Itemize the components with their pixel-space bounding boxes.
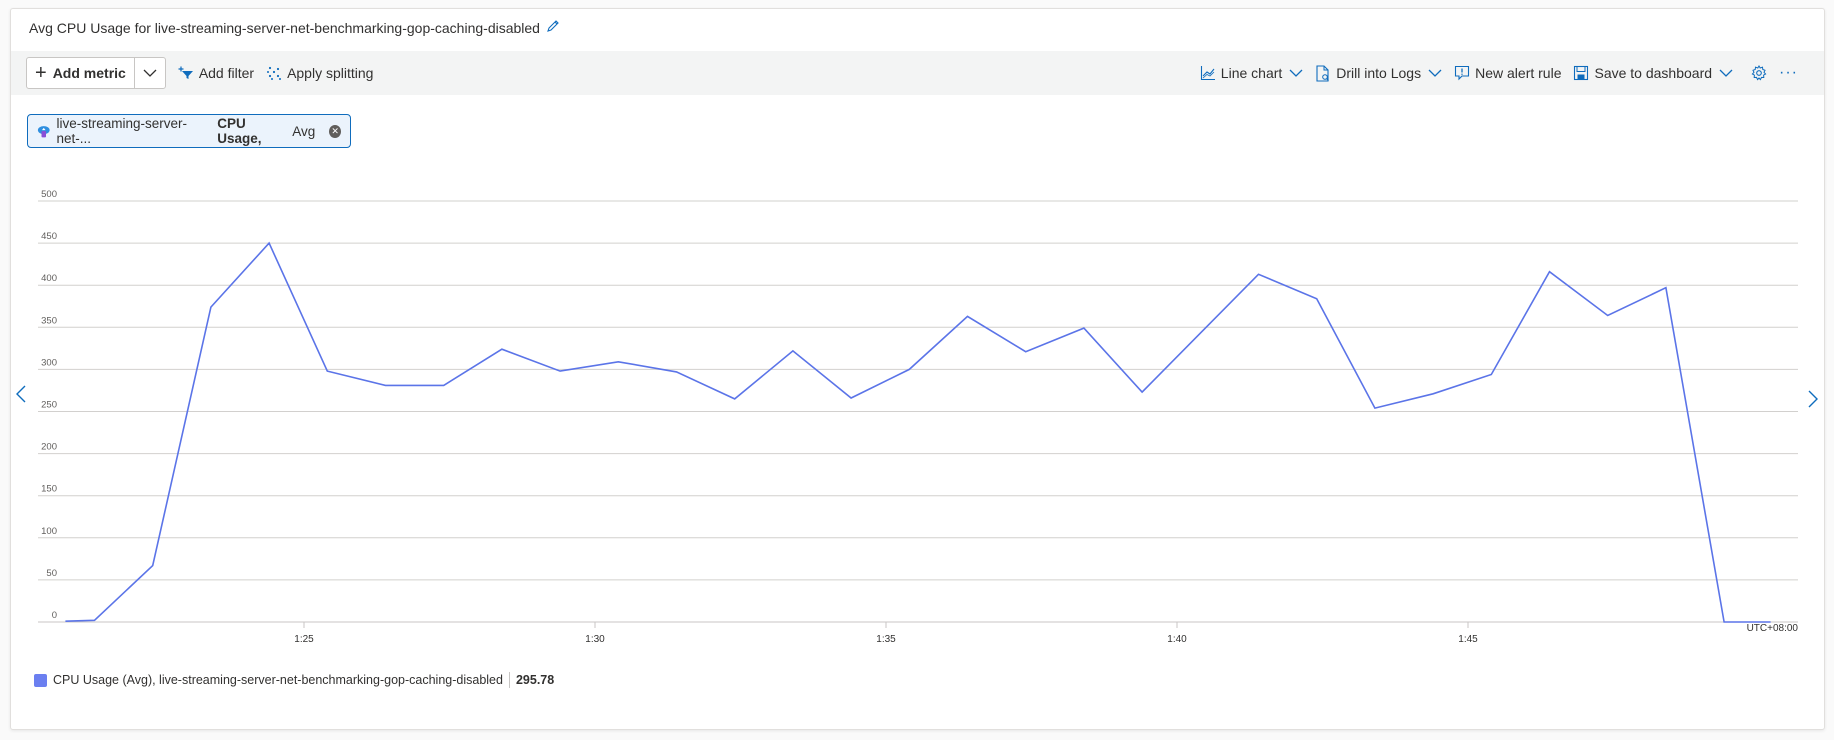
x-tick-label: 1:25 [294,634,314,645]
y-tick-label: 350 [41,315,57,326]
chart-legend[interactable]: CPU Usage (Avg), live-streaming-server-n… [34,672,554,688]
x-tick-label: 1:30 [585,634,605,645]
y-tick-label: 500 [41,189,57,200]
series-line[interactable] [65,241,1771,623]
timezone-label: UTC+08:00 [1747,623,1799,634]
line-chart-plot[interactable]: 0 50 100 150 200 250 300 350 400 450 500 1:25 1:30 1… [11,9,1824,729]
legend-series-value: 295.78 [515,673,555,687]
y-tick-label: 150 [41,484,57,495]
chart-card: Avg CPU Usage for live-streaming-server-… [10,8,1825,730]
y-tick-label: 100 [41,526,57,537]
legend-divider [508,672,510,688]
y-tick-label: 450 [41,231,57,242]
y-tick-label: 50 [46,568,57,579]
x-tick-label: 1:45 [1458,634,1478,645]
legend-series-swatch [34,673,47,687]
y-tick-label: 250 [41,400,57,411]
y-tick-label: 400 [41,273,57,284]
x-tick-label: 1:40 [1167,634,1187,645]
y-tick-label: 300 [41,357,57,368]
x-tick-label: 1:35 [876,634,896,645]
y-tick-label: 200 [41,442,57,453]
y-tick-label: 0 [52,610,57,621]
legend-series-label: CPU Usage (Avg), live-streaming-server-n… [53,673,503,687]
